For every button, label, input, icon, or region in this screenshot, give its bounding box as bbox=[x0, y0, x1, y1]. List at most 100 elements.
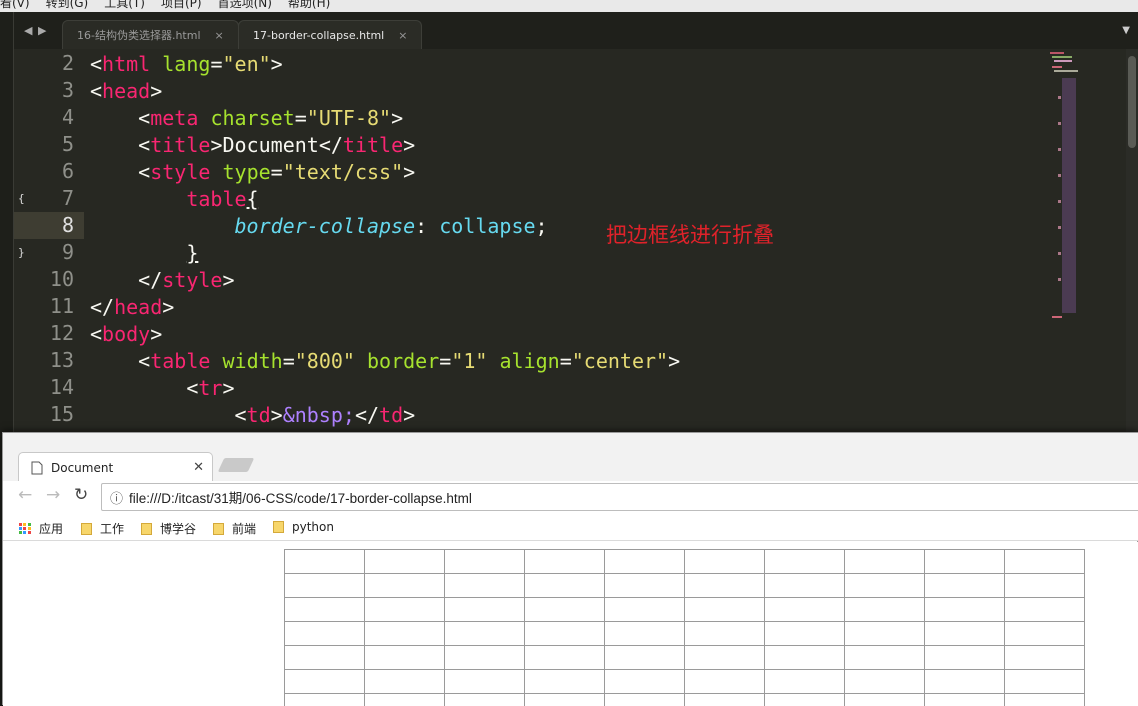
attr-value: "center" bbox=[572, 349, 668, 373]
table-cell bbox=[845, 598, 925, 622]
menu-preferences[interactable]: 首选项(N) bbox=[218, 0, 272, 12]
table-row bbox=[285, 574, 1085, 598]
tag-name: style bbox=[150, 160, 210, 184]
forward-icon[interactable]: → bbox=[46, 485, 60, 505]
table-cell bbox=[1005, 670, 1085, 694]
table-cell bbox=[445, 622, 525, 646]
table-cell bbox=[925, 550, 1005, 574]
close-icon[interactable]: × bbox=[398, 29, 407, 42]
text-content: Document bbox=[222, 133, 318, 157]
address-bar[interactable]: ⓘ file:///D:/itcast/31期/06-CSS/code/17-b… bbox=[101, 483, 1138, 511]
tab-label: 16-结构伪类选择器.html bbox=[77, 27, 201, 43]
table-cell bbox=[1005, 550, 1085, 574]
new-tab-button[interactable] bbox=[218, 458, 255, 472]
page-icon bbox=[31, 461, 43, 475]
table-cell bbox=[365, 694, 445, 706]
menu-goto[interactable]: 转到(G) bbox=[46, 0, 89, 12]
table-cell bbox=[685, 550, 765, 574]
table-cell bbox=[365, 622, 445, 646]
tag-name: head bbox=[114, 295, 162, 319]
table-cell bbox=[685, 622, 765, 646]
tab-file-16[interactable]: 16-结构伪类选择器.html × bbox=[62, 20, 239, 49]
attr-name: width bbox=[222, 349, 282, 373]
bookmark-apps[interactable]: 应用 bbox=[19, 520, 63, 537]
tab-list-dropdown-icon[interactable]: ▼ bbox=[1122, 25, 1130, 36]
table-cell bbox=[685, 694, 765, 706]
table-cell bbox=[365, 598, 445, 622]
table-cell bbox=[525, 670, 605, 694]
table-cell bbox=[765, 646, 845, 670]
code-line: <table width="800" border="1" align="cen… bbox=[90, 348, 680, 375]
tab-file-17[interactable]: 17-border-collapse.html × bbox=[238, 20, 422, 49]
tab-next-icon[interactable]: ▶ bbox=[38, 24, 46, 37]
table-cell bbox=[1005, 598, 1085, 622]
line-number: 14 bbox=[14, 375, 74, 399]
table-cell bbox=[845, 670, 925, 694]
menu-tools[interactable]: 工具(T) bbox=[104, 0, 145, 12]
code-line: <body> bbox=[90, 321, 162, 348]
html-entity: &nbsp; bbox=[283, 403, 355, 427]
line-number: 10 bbox=[14, 267, 74, 291]
attr-name: lang bbox=[162, 52, 210, 76]
css-value: collapse bbox=[439, 214, 535, 238]
table-cell bbox=[765, 670, 845, 694]
table-cell bbox=[285, 646, 365, 670]
css-property: border-collapse bbox=[235, 214, 416, 238]
line-number: 11 bbox=[14, 294, 74, 318]
bookmark-label: 前端 bbox=[232, 520, 256, 537]
bookmark-folder[interactable]: 前端 bbox=[213, 520, 256, 537]
apps-grid-icon bbox=[19, 523, 31, 535]
reload-icon[interactable]: ↻ bbox=[74, 485, 88, 505]
line-number: 3 bbox=[14, 78, 74, 102]
table-cell bbox=[605, 670, 685, 694]
close-icon[interactable]: × bbox=[215, 29, 224, 42]
table-cell bbox=[925, 670, 1005, 694]
table-cell bbox=[285, 598, 365, 622]
bookmark-folder[interactable]: 博学谷 bbox=[141, 520, 196, 537]
table-cell bbox=[685, 598, 765, 622]
table-cell bbox=[445, 670, 525, 694]
menu-bar: 看(V) 转到(G) 工具(T) 项目(P) 首选项(N) 帮助(H) bbox=[0, 0, 1138, 12]
editor-scroll-thumb[interactable] bbox=[1128, 56, 1136, 148]
bookmark-label: 工作 bbox=[100, 520, 124, 537]
tag-name: td bbox=[247, 403, 271, 427]
attr-name: align bbox=[499, 349, 559, 373]
tab-prev-icon[interactable]: ◀ bbox=[24, 24, 32, 37]
table-cell bbox=[845, 574, 925, 598]
page-content bbox=[3, 542, 1138, 706]
tag-name: style bbox=[162, 268, 222, 292]
line-number: 12 bbox=[14, 321, 74, 345]
table-cell bbox=[845, 694, 925, 706]
table-cell bbox=[605, 598, 685, 622]
table-row bbox=[285, 622, 1085, 646]
attr-value: "800" bbox=[295, 349, 355, 373]
back-icon[interactable]: ← bbox=[18, 485, 32, 505]
table-cell bbox=[525, 646, 605, 670]
bookmark-folder[interactable]: python bbox=[273, 520, 334, 534]
table-cell bbox=[925, 574, 1005, 598]
code-line: </head> bbox=[90, 294, 174, 321]
tag-name: title bbox=[343, 133, 403, 157]
table-cell bbox=[1005, 622, 1085, 646]
table-cell bbox=[605, 694, 685, 706]
browser-tab[interactable]: Document ✕ bbox=[18, 452, 213, 482]
address-row: ← → ↻ ⓘ file:///D:/itcast/31期/06-CSS/cod… bbox=[3, 481, 1138, 513]
table-row bbox=[285, 550, 1085, 574]
attr-value: "en" bbox=[222, 52, 270, 76]
menu-help[interactable]: 帮助(H) bbox=[288, 0, 330, 12]
table-cell bbox=[925, 598, 1005, 622]
code-line: </style> bbox=[90, 267, 235, 294]
minimap[interactable] bbox=[1048, 50, 1078, 330]
table-cell bbox=[525, 622, 605, 646]
info-icon[interactable]: ⓘ bbox=[110, 488, 123, 507]
code-editor[interactable]: { } 2 3 4 5 6 7 8 9 10 11 12 13 14 15 <h… bbox=[14, 49, 1138, 437]
menu-view[interactable]: 看(V) bbox=[0, 0, 30, 12]
close-icon[interactable]: ✕ bbox=[193, 460, 204, 475]
table-cell bbox=[365, 646, 445, 670]
menu-project[interactable]: 项目(P) bbox=[161, 0, 202, 12]
bookmark-label: 博学谷 bbox=[160, 520, 196, 537]
table-cell bbox=[605, 574, 685, 598]
tag-name: meta bbox=[150, 106, 198, 130]
line-number: 2 bbox=[14, 51, 74, 75]
bookmark-folder[interactable]: 工作 bbox=[81, 520, 124, 537]
